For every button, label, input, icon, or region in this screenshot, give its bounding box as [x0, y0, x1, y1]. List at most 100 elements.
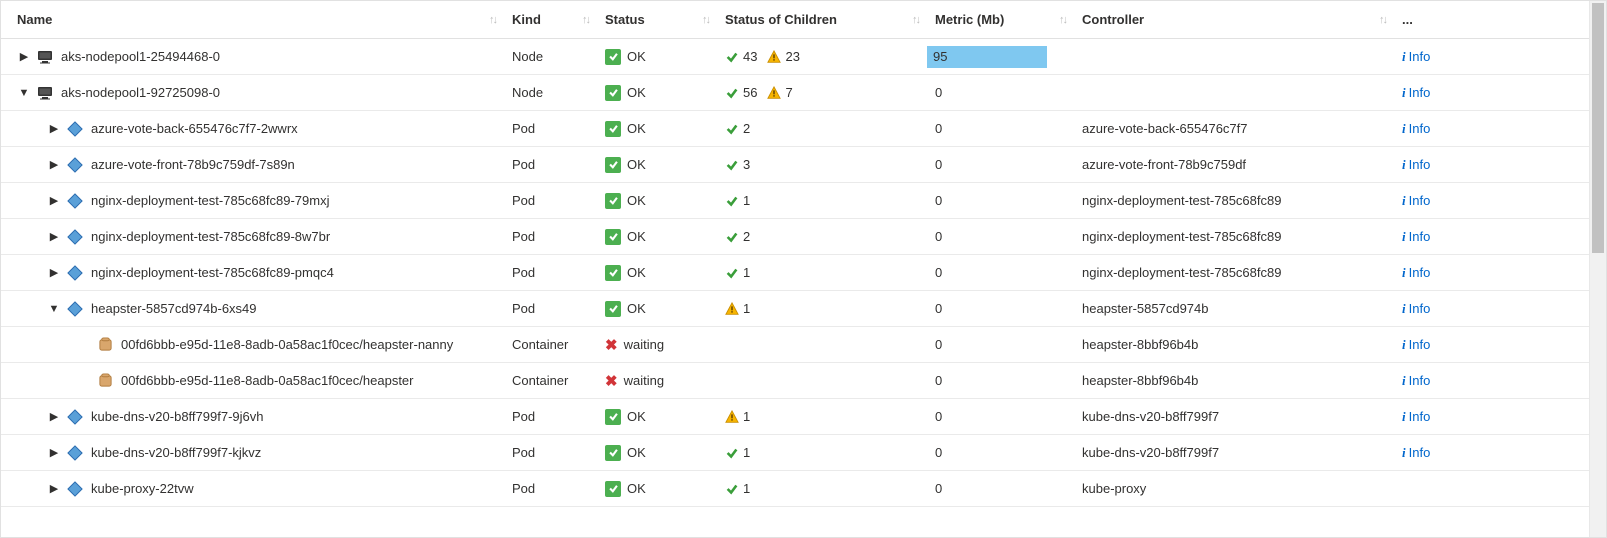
sort-icon: ↑↓ [1379, 14, 1386, 26]
child-ok-icon [725, 266, 739, 280]
cell-name: ▶nginx-deployment-test-785c68fc89-8w7br [1, 219, 504, 254]
info-link[interactable]: iInfo [1402, 445, 1430, 461]
table-row[interactable]: ▼aks-nodepool1-92725098-0NodeOK5670iInfo [1, 75, 1589, 111]
metric-value: 0 [935, 193, 942, 208]
table-row[interactable]: ▶aks-nodepool1-25494468-0NodeOK432395iIn… [1, 39, 1589, 75]
row-name: nginx-deployment-test-785c68fc89-79mxj [91, 193, 329, 208]
cell-info: iInfo [1394, 75, 1589, 110]
cell-info: iInfo [1394, 399, 1589, 434]
cell-children: 1 [717, 291, 927, 326]
cell-status: OK [597, 471, 717, 506]
cell-status: OK [597, 291, 717, 326]
cell-info: iInfo [1394, 183, 1589, 218]
info-link[interactable]: iInfo [1402, 373, 1430, 389]
table-row[interactable]: ▼heapster-5857cd974b-6xs49PodOK10heapste… [1, 291, 1589, 327]
col-status[interactable]: Status ↑↓ [597, 1, 717, 38]
metric-value: 0 [935, 373, 942, 388]
expander-icon[interactable]: ▶ [47, 446, 61, 459]
info-label: Info [1409, 157, 1431, 172]
expander-icon[interactable]: ▼ [17, 87, 31, 99]
vertical-scrollbar[interactable] [1589, 1, 1606, 537]
cell-metric: 0 [927, 363, 1074, 398]
cell-children: 4323 [717, 39, 927, 74]
cell-info: iInfo [1394, 291, 1589, 326]
info-link[interactable]: iInfo [1402, 301, 1430, 317]
cell-info [1394, 471, 1589, 506]
sort-icon: ↑↓ [582, 14, 589, 26]
info-link[interactable]: iInfo [1402, 409, 1430, 425]
metric-value: 0 [935, 445, 942, 460]
cell-info: iInfo [1394, 39, 1589, 74]
info-link[interactable]: iInfo [1402, 265, 1430, 281]
cell-metric: 0 [927, 183, 1074, 218]
expander-icon[interactable]: ▶ [47, 482, 61, 495]
child-ok-count: 43 [743, 49, 757, 64]
col-controller[interactable]: Controller ↑↓ [1074, 1, 1394, 38]
cell-metric: 0 [927, 147, 1074, 182]
cell-metric: 0 [927, 435, 1074, 470]
status-text: OK [627, 481, 646, 496]
info-link[interactable]: iInfo [1402, 337, 1430, 353]
status-text: OK [627, 193, 646, 208]
col-more-label: ... [1402, 12, 1413, 27]
scrollbar-thumb[interactable] [1592, 3, 1604, 253]
col-more[interactable]: ... [1394, 1, 1589, 38]
table-row[interactable]: 00fd6bbb-e95d-11e8-8adb-0a58ac1f0cec/hea… [1, 363, 1589, 399]
expander-icon[interactable]: ▶ [47, 230, 61, 243]
cell-kind: Pod [504, 435, 597, 470]
col-children[interactable]: Status of Children ↑↓ [717, 1, 927, 38]
metric-value[interactable]: 95 [927, 46, 1047, 68]
status-ok-icon [605, 409, 621, 425]
cell-status: OK [597, 219, 717, 254]
table-row[interactable]: ▶nginx-deployment-test-785c68fc89-8w7brP… [1, 219, 1589, 255]
row-name: kube-dns-v20-b8ff799f7-9j6vh [91, 409, 264, 424]
col-controller-label: Controller [1082, 12, 1144, 27]
info-link[interactable]: iInfo [1402, 229, 1430, 245]
table-row[interactable]: ▶nginx-deployment-test-785c68fc89-pmqc4P… [1, 255, 1589, 291]
cell-metric: 0 [927, 291, 1074, 326]
metric-value: 0 [935, 265, 942, 280]
col-name-label: Name [17, 12, 52, 27]
table-row[interactable]: ▶azure-vote-front-78b9c759df-7s89nPodOK3… [1, 147, 1589, 183]
status-ok-icon [605, 301, 621, 317]
node-icon [37, 85, 53, 101]
info-label: Info [1409, 301, 1431, 316]
expander-icon[interactable]: ▶ [47, 158, 61, 171]
info-link[interactable]: iInfo [1402, 121, 1430, 137]
cell-controller [1074, 75, 1394, 110]
cell-status: OK [597, 147, 717, 182]
info-link[interactable]: iInfo [1402, 85, 1430, 101]
col-kind-label: Kind [512, 12, 541, 27]
expander-icon[interactable]: ▶ [47, 266, 61, 279]
child-ok-count: 1 [743, 193, 750, 208]
cell-name: ▼aks-nodepool1-92725098-0 [1, 75, 504, 110]
info-link[interactable]: iInfo [1402, 193, 1430, 209]
metric-value: 0 [935, 481, 942, 496]
cell-name: ▶azure-vote-back-655476c7f7-2wwrx [1, 111, 504, 146]
table-row[interactable]: ▶nginx-deployment-test-785c68fc89-79mxjP… [1, 183, 1589, 219]
cell-kind: Pod [504, 255, 597, 290]
expander-icon[interactable]: ▶ [47, 122, 61, 135]
cell-info: iInfo [1394, 435, 1589, 470]
child-ok-count: 1 [743, 481, 750, 496]
expander-icon[interactable]: ▼ [47, 303, 61, 315]
table-row[interactable]: ▶azure-vote-back-655476c7f7-2wwrxPodOK20… [1, 111, 1589, 147]
child-warn-count: 7 [785, 85, 792, 100]
table-row[interactable]: 00fd6bbb-e95d-11e8-8adb-0a58ac1f0cec/hea… [1, 327, 1589, 363]
status-ok-icon [605, 85, 621, 101]
expander-icon[interactable]: ▶ [17, 50, 31, 63]
status-text: OK [627, 445, 646, 460]
col-name[interactable]: Name ↑↓ [1, 1, 504, 38]
cell-kind: Pod [504, 219, 597, 254]
expander-icon[interactable]: ▶ [47, 410, 61, 423]
table-row[interactable]: ▶kube-dns-v20-b8ff799f7-9j6vhPodOK10kube… [1, 399, 1589, 435]
table-row[interactable]: ▶kube-dns-v20-b8ff799f7-kjkvzPodOK10kube… [1, 435, 1589, 471]
table-row[interactable]: ▶kube-proxy-22tvwPodOK10kube-proxy [1, 471, 1589, 507]
info-label: Info [1409, 337, 1431, 352]
expander-icon[interactable]: ▶ [47, 194, 61, 207]
info-link[interactable]: iInfo [1402, 157, 1430, 173]
col-kind[interactable]: Kind ↑↓ [504, 1, 597, 38]
info-icon: i [1402, 373, 1406, 388]
info-link[interactable]: iInfo [1402, 49, 1430, 65]
col-metric[interactable]: Metric (Mb) ↑↓ [927, 1, 1074, 38]
